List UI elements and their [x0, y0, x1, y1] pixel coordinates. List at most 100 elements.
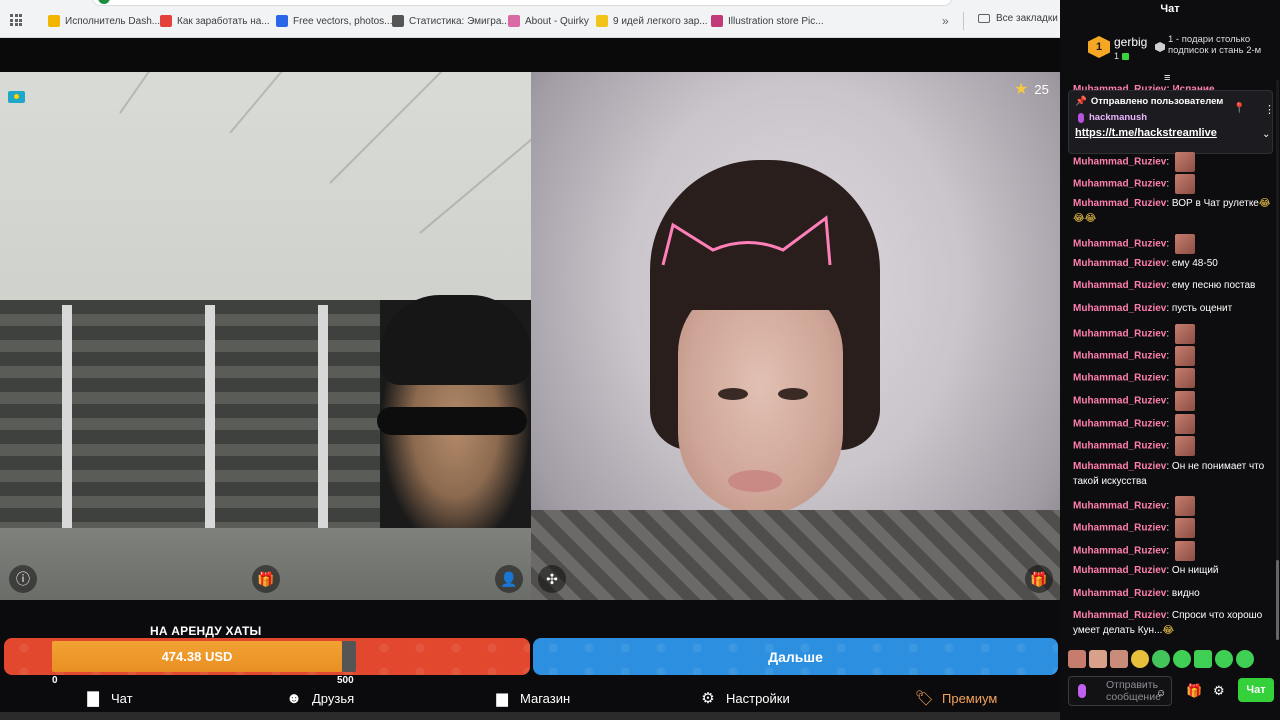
- chat-username[interactable]: Muhammad_Ruziev: [1073, 198, 1166, 209]
- games-button[interactable]: ✣: [538, 565, 566, 593]
- chat-username[interactable]: Muhammad_Ruziev: [1073, 546, 1166, 557]
- bookmark-item[interactable]: About - Quirky: [508, 13, 589, 29]
- bookmark-label: Illustration store Pic...: [728, 15, 824, 27]
- chat-scrollbar-track[interactable]: [1276, 80, 1279, 640]
- gift-counter-icon: [1122, 52, 1130, 60]
- bookmark-item[interactable]: Illustration store Pic...: [711, 13, 824, 29]
- chat-filter-icon[interactable]: ≡: [1164, 72, 1170, 84]
- chat-username[interactable]: Muhammad_Ruziev: [1073, 303, 1166, 314]
- nav-friends[interactable]: ☻ Друзья: [285, 688, 354, 708]
- bookmark-favicon-icon: [711, 15, 723, 27]
- chat-username[interactable]: Muhammad_Ruziev: [1073, 373, 1166, 384]
- nav-chat-label: Чат: [111, 690, 133, 706]
- chat-message: Muhammad_Ruziev:: [1073, 414, 1273, 434]
- gear-icon[interactable]: ⚙: [1213, 683, 1225, 699]
- chat-username[interactable]: Muhammad_Ruziev: [1073, 588, 1166, 599]
- horizontal-scrollbar[interactable]: [0, 712, 1060, 720]
- nav-shop[interactable]: ▆ Магазин: [493, 688, 570, 708]
- user-icon: 👤: [500, 570, 518, 587]
- pinned-header-label: Отправлено пользователем: [1090, 96, 1224, 107]
- chat-username[interactable]: Muhammad_Ruziev: [1073, 280, 1166, 291]
- chat-message: Muhammad_Ruziev:: [1073, 324, 1273, 344]
- next-button[interactable]: Дальше: [533, 638, 1058, 675]
- all-bookmarks-button[interactable]: Все закладки: [978, 13, 1058, 24]
- bookmark-item[interactable]: Free vectors, photos...: [276, 13, 393, 29]
- chevron-down-icon[interactable]: ⌄: [1262, 129, 1270, 140]
- emoji-sticker[interactable]: [1173, 650, 1191, 668]
- star-icon: ★: [1014, 81, 1029, 98]
- bookmark-item[interactable]: Исполнитель Dash...: [48, 13, 160, 29]
- nav-premium-label: Премиум: [942, 690, 998, 706]
- emoji-sticker[interactable]: [1236, 650, 1254, 668]
- chat-username[interactable]: Muhammad_Ruziev: [1073, 565, 1166, 576]
- bookmarks-more-button[interactable]: »: [942, 14, 949, 28]
- bookmarks-bar: Исполнитель Dash... Как заработать на... F…: [0, 0, 1060, 38]
- nav-settings[interactable]: ⚙ Настройки: [699, 688, 790, 708]
- all-bookmarks-label: Все закладки: [996, 13, 1058, 24]
- chat-username[interactable]: Muhammad_Ruziev: [1073, 258, 1166, 269]
- emoji-sticker[interactable]: [1068, 650, 1086, 668]
- profile-button[interactable]: 👤: [495, 565, 523, 593]
- pushpin-icon: 📌: [1075, 96, 1087, 107]
- send-chat-button[interactable]: Чат: [1238, 678, 1274, 702]
- remote-person-eye: [778, 388, 808, 400]
- goal-max-label: 500: [337, 675, 354, 686]
- nav-chat[interactable]: ▇ Чат: [84, 688, 133, 708]
- window-frame: [205, 305, 215, 528]
- chat-message-input[interactable]: Отправить сообщение ☺: [1068, 676, 1172, 706]
- chat-message: Muhammad_Ruziev:: [1073, 174, 1273, 194]
- chat-username[interactable]: Muhammad_Ruziev: [1073, 523, 1166, 534]
- chat-username[interactable]: Muhammad_Ruziev: [1073, 396, 1166, 407]
- tag-icon: 🏷: [915, 690, 935, 707]
- more-options-icon[interactable]: ⋮: [1264, 103, 1275, 116]
- address-bar[interactable]: [92, 0, 952, 6]
- pin-icon[interactable]: 📍: [1233, 103, 1245, 114]
- chat-username[interactable]: Muhammad_Ruziev: [1073, 441, 1166, 452]
- bookmark-label: Как заработать на...: [177, 15, 270, 27]
- report-button[interactable]: ⓘ: [9, 565, 37, 593]
- bookmark-favicon-icon: [48, 15, 60, 27]
- bookmark-label: Статистика: Эмигра...: [409, 15, 510, 27]
- top-gifter-name[interactable]: gerbig: [1114, 35, 1147, 49]
- bookmark-label: Free vectors, photos...: [293, 15, 393, 27]
- nav-settings-label: Настройки: [726, 690, 790, 706]
- apps-grid-icon[interactable]: [10, 14, 22, 26]
- chat-message: Muhammad_Ruziev: Он не понимает что тако…: [1073, 461, 1265, 487]
- nav-friends-label: Друзья: [312, 690, 355, 706]
- chat-username[interactable]: Muhammad_Ruziev: [1073, 419, 1166, 430]
- gift-button-left[interactable]: 🎁: [252, 565, 280, 593]
- gift-icon: 🎁: [257, 570, 275, 587]
- chat-username[interactable]: Muhammad_Ruziev: [1073, 239, 1166, 250]
- chat-username[interactable]: Muhammad_Ruziev: [1073, 501, 1166, 512]
- pinned-message[interactable]: 📌 Отправлено пользователем hackmanush ht…: [1068, 90, 1275, 154]
- chat-username[interactable]: Muhammad_Ruziev: [1073, 461, 1166, 472]
- chat-username[interactable]: Muhammad_Ruziev: [1073, 179, 1166, 190]
- chat-message: Muhammad_Ruziev:: [1073, 518, 1273, 538]
- goal-min-label: 0: [52, 675, 58, 686]
- emoji-sticker[interactable]: [1131, 650, 1149, 668]
- emoji-sticker[interactable]: [1194, 650, 1212, 668]
- chat-message-text: ВОР в Чат рулетке: [1171, 198, 1259, 209]
- chat-message: Muhammad_Ruziev:: [1073, 152, 1273, 172]
- chat-scrollbar-thumb[interactable]: [1276, 560, 1279, 640]
- top-gifter-rank-badge: 1: [1088, 36, 1110, 58]
- emoji-sticker[interactable]: [1110, 650, 1128, 668]
- goal-progress-bar[interactable]: 474.38 USD: [4, 638, 530, 675]
- emoji-picker-icon[interactable]: ☺: [1156, 688, 1166, 699]
- gift-button-right[interactable]: 🎁: [1025, 565, 1053, 593]
- chat-username[interactable]: Muhammad_Ruziev: [1073, 157, 1166, 168]
- bookmark-item[interactable]: Как заработать на...: [160, 13, 270, 29]
- microphone-icon[interactable]: [1078, 684, 1086, 698]
- gift-icon[interactable]: 🎁: [1186, 683, 1202, 699]
- chat-username[interactable]: Muhammad_Ruziev: [1073, 351, 1166, 362]
- chat-username[interactable]: Muhammad_Ruziev: [1073, 329, 1166, 340]
- emoji-sticker[interactable]: [1152, 650, 1170, 668]
- bookmark-item[interactable]: 9 идей легкого зар...: [596, 13, 708, 29]
- emoji-sticker[interactable]: [1089, 650, 1107, 668]
- emoji-sticker[interactable]: [1215, 650, 1233, 668]
- nav-premium[interactable]: 🏷 Премиум: [915, 688, 997, 708]
- chat-username[interactable]: Muhammad_Ruziev: [1073, 610, 1166, 621]
- bookmark-favicon-icon: [276, 15, 288, 27]
- pinned-link[interactable]: https://t.me/hackstreamlive: [1075, 127, 1217, 139]
- bookmark-item[interactable]: Статистика: Эмигра...: [392, 13, 510, 29]
